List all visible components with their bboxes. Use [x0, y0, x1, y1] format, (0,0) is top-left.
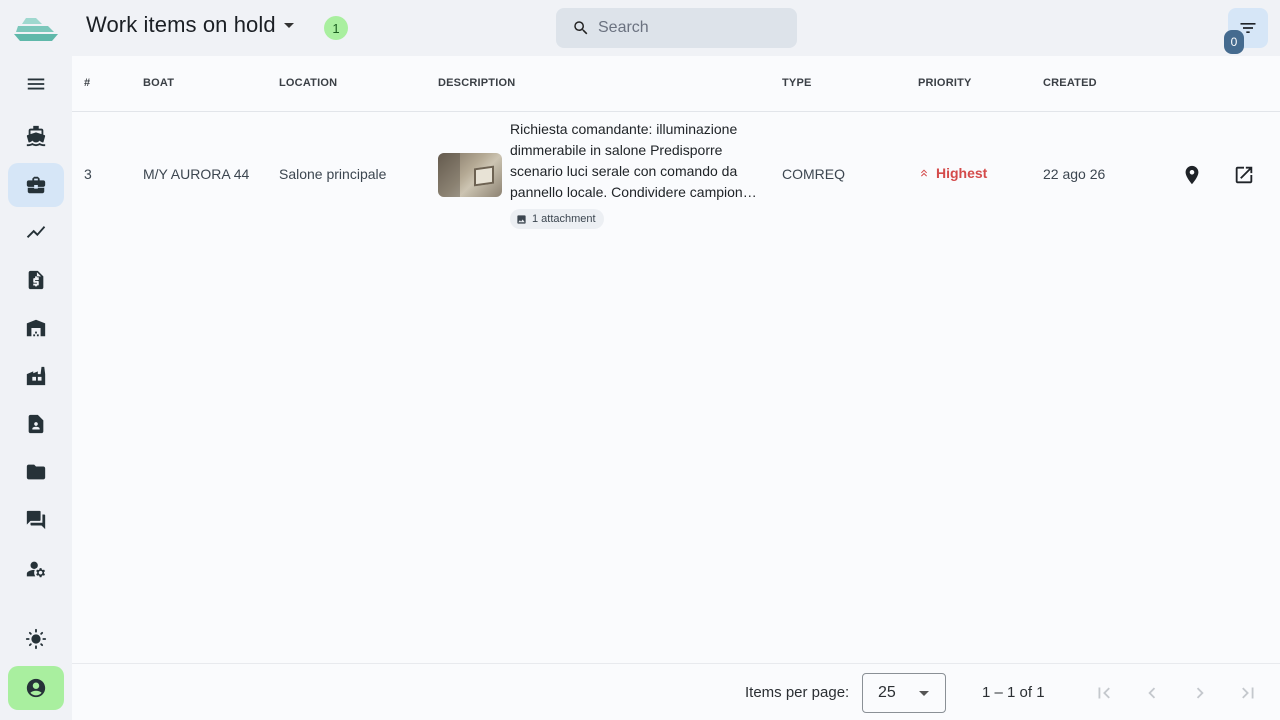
- warehouse-icon: [26, 319, 46, 337]
- row-created: 22 ago 26: [1043, 166, 1106, 182]
- top-bar: Work items on hold 1 0: [72, 0, 1280, 56]
- open-in-new-icon: [1235, 166, 1253, 184]
- column-header-created[interactable]: CREATED: [1043, 77, 1097, 89]
- search-icon: [574, 21, 588, 35]
- row-description: Richiesta comandante: illuminazione dimm…: [510, 119, 758, 203]
- theme-toggle-button[interactable]: [8, 617, 64, 661]
- column-header-id[interactable]: #: [84, 77, 90, 89]
- contact-document-icon: [28, 414, 44, 434]
- column-header-description[interactable]: DESCRIPTION: [438, 77, 515, 89]
- sidebar-item-suppliers[interactable]: [8, 354, 64, 398]
- sidebar-item-messages[interactable]: [8, 498, 64, 542]
- user-settings-icon: [26, 561, 46, 578]
- menu-button[interactable]: [8, 62, 64, 106]
- column-header-location[interactable]: LOCATION: [279, 77, 337, 89]
- column-header-priority[interactable]: PRIORITY: [918, 77, 972, 89]
- chevron-right-icon: [1196, 687, 1204, 699]
- forum-icon: [26, 510, 46, 530]
- column-header-boat[interactable]: BOAT: [143, 77, 174, 89]
- view-selector[interactable]: Work items on hold: [86, 12, 294, 38]
- location-button[interactable]: [1180, 163, 1204, 187]
- trending-icon: [26, 226, 46, 238]
- work-items-table: # BOAT LOCATION DESCRIPTION TYPE PRIORIT…: [72, 56, 1280, 720]
- column-header-type[interactable]: TYPE: [782, 77, 812, 89]
- items-per-page-label: Items per page:: [745, 684, 850, 701]
- sidebar-item-invoices[interactable]: [8, 258, 64, 302]
- sidebar-item-boats[interactable]: [8, 114, 64, 158]
- row-location: Salone principale: [279, 166, 387, 182]
- sidebar-item-contacts[interactable]: [8, 402, 64, 446]
- sidebar-item-work-items[interactable]: [8, 163, 64, 207]
- attachment-chip[interactable]: 1 attachment: [510, 209, 604, 229]
- search-input[interactable]: [598, 19, 788, 37]
- folder-icon: [26, 464, 46, 480]
- attachment-thumbnail[interactable]: [438, 153, 502, 197]
- attachment-count: 1 attachment: [532, 213, 596, 225]
- row-boat: M/Y AURORA 44: [143, 166, 250, 182]
- last-page-icon: [1242, 687, 1254, 699]
- sidebar: [0, 0, 72, 720]
- factory-icon: [26, 366, 46, 386]
- dropdown-arrow-icon: [919, 691, 929, 696]
- filter-count-badge: 0: [1224, 30, 1244, 54]
- page-range-label: 1 – 1 of 1: [982, 684, 1045, 701]
- sidebar-item-analytics[interactable]: [8, 210, 64, 254]
- menu-icon: [27, 78, 45, 90]
- sidebar-item-user-settings[interactable]: [8, 547, 64, 591]
- last-page-button[interactable]: [1235, 680, 1261, 706]
- boat-logo-icon[interactable]: [12, 14, 60, 44]
- sidebar-item-documents[interactable]: [8, 450, 64, 494]
- brightness-icon: [25, 628, 47, 650]
- chevron-left-icon: [1148, 687, 1156, 699]
- table-row[interactable]: 3 M/Y AURORA 44 Salone principale Richie…: [72, 113, 1280, 235]
- search-box[interactable]: [556, 8, 797, 48]
- table-header: # BOAT LOCATION DESCRIPTION TYPE PRIORIT…: [72, 56, 1280, 112]
- first-page-button[interactable]: [1091, 680, 1117, 706]
- double-chevron-up-icon: [921, 169, 927, 177]
- next-page-button[interactable]: [1187, 680, 1213, 706]
- account-circle-icon: [26, 678, 46, 698]
- priority-label: Highest: [936, 165, 988, 181]
- location-pin-icon: [1185, 165, 1199, 185]
- paginator: Items per page: 25 1 – 1 of 1: [72, 663, 1280, 720]
- boat-icon: [26, 125, 46, 147]
- briefcase-icon: [26, 176, 46, 194]
- count-badge: 1: [324, 16, 348, 40]
- account-button[interactable]: [8, 666, 64, 710]
- description-text: Richiesta comandante: illuminazione dimm…: [510, 121, 757, 200]
- chevron-down-icon: [283, 22, 294, 28]
- first-page-icon: [1098, 687, 1110, 699]
- items-per-page-select[interactable]: 25: [862, 673, 946, 713]
- page-title: Work items on hold: [86, 12, 276, 37]
- invoice-icon: [28, 270, 44, 290]
- items-per-page-value: 25: [878, 684, 896, 701]
- open-in-new-button[interactable]: [1232, 163, 1256, 187]
- row-id: 3: [84, 166, 92, 182]
- sidebar-item-warehouse[interactable]: [8, 306, 64, 350]
- row-type: COMREQ: [782, 166, 845, 182]
- previous-page-button[interactable]: [1139, 680, 1165, 706]
- image-icon: [517, 214, 526, 224]
- priority-indicator: Highest: [918, 165, 987, 181]
